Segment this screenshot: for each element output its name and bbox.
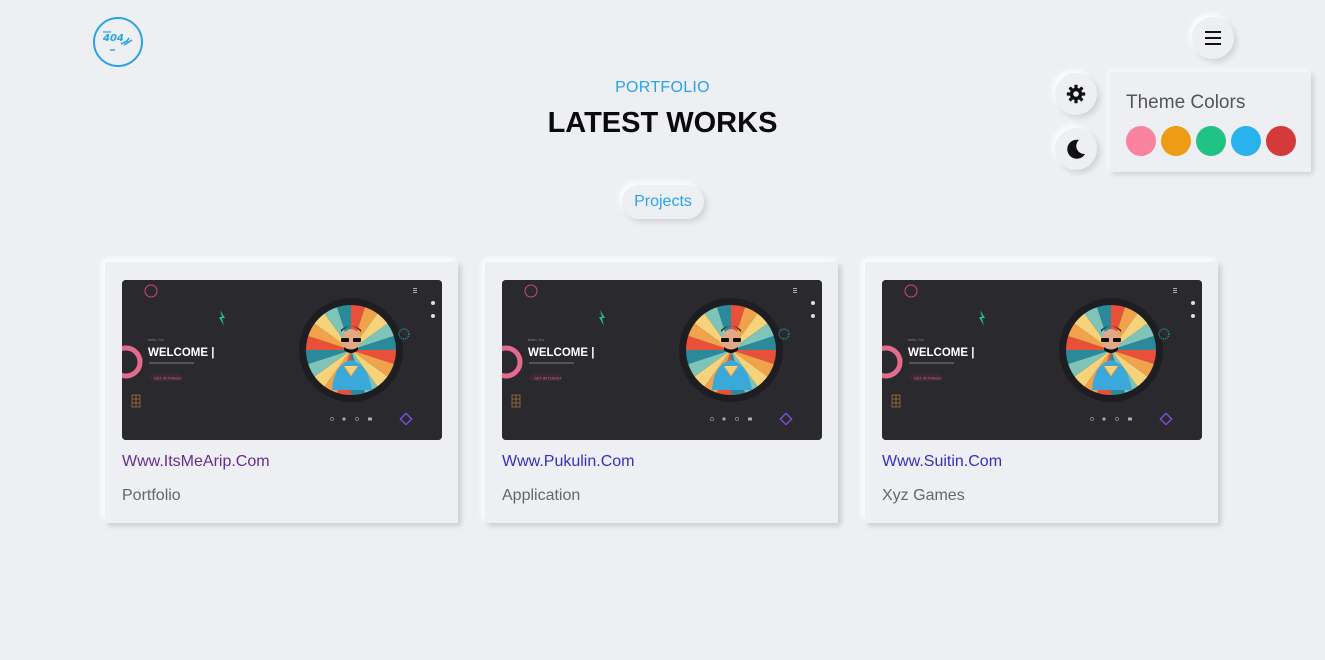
hamburger-icon xyxy=(1205,31,1221,45)
website-preview: hello, i'm WELCOME | GET IN TOUCH xyxy=(122,280,442,440)
section-subtitle: PORTFOLIO xyxy=(615,79,710,96)
svg-text:GET IN TOUCH: GET IN TOUCH xyxy=(154,377,181,381)
logo[interactable]: 404 xyxy=(93,17,143,67)
project-thumbnail[interactable]: hello, i'm WELCOME | GET IN TOUCH xyxy=(502,280,822,440)
moon-icon xyxy=(1067,139,1085,159)
project-category: Xyz Games xyxy=(882,487,965,504)
project-category: Portfolio xyxy=(122,487,181,504)
svg-text:WELCOME |: WELCOME | xyxy=(148,347,214,359)
website-preview: hello, i'm WELCOME | GET IN TOUCH xyxy=(882,280,1202,440)
project-link[interactable]: Www.Suitin.Com xyxy=(882,453,1203,471)
project-card[interactable]: hello, i'm WELCOME | GET IN TOUCH Www.Pu… xyxy=(485,262,838,523)
projects-filter-button[interactable]: Projects xyxy=(622,185,704,219)
svg-text:WELCOME |: WELCOME | xyxy=(528,347,594,359)
project-thumbnail[interactable]: hello, i'm WELCOME | GET IN TOUCH xyxy=(882,280,1202,440)
svg-text:hello, i'm: hello, i'm xyxy=(528,337,544,342)
logo-icon: 404 xyxy=(102,31,133,51)
project-card[interactable]: hello, i'm WELCOME | GET IN TOUCH Www.It… xyxy=(105,262,458,523)
svg-text:GET IN TOUCH: GET IN TOUCH xyxy=(914,377,941,381)
svg-text:WELCOME |: WELCOME | xyxy=(908,347,974,359)
project-card[interactable]: hello, i'm WELCOME | GET IN TOUCH Www.Su… xyxy=(865,262,1218,523)
svg-text:GET IN TOUCH: GET IN TOUCH xyxy=(534,377,561,381)
project-thumbnail[interactable]: hello, i'm WELCOME | GET IN TOUCH xyxy=(122,280,442,440)
project-link[interactable]: Www.ItsMeArip.Com xyxy=(122,453,443,471)
website-preview: hello, i'm WELCOME | GET IN TOUCH xyxy=(502,280,822,440)
svg-text:404: 404 xyxy=(102,33,124,44)
svg-text:hello, i'm: hello, i'm xyxy=(148,337,164,342)
svg-text:hello, i'm: hello, i'm xyxy=(908,337,924,342)
menu-button[interactable] xyxy=(1192,17,1234,59)
section-title: LATEST WORKS xyxy=(547,107,778,139)
project-link[interactable]: Www.Pukulin.Com xyxy=(502,453,823,471)
project-category: Application xyxy=(502,487,581,504)
